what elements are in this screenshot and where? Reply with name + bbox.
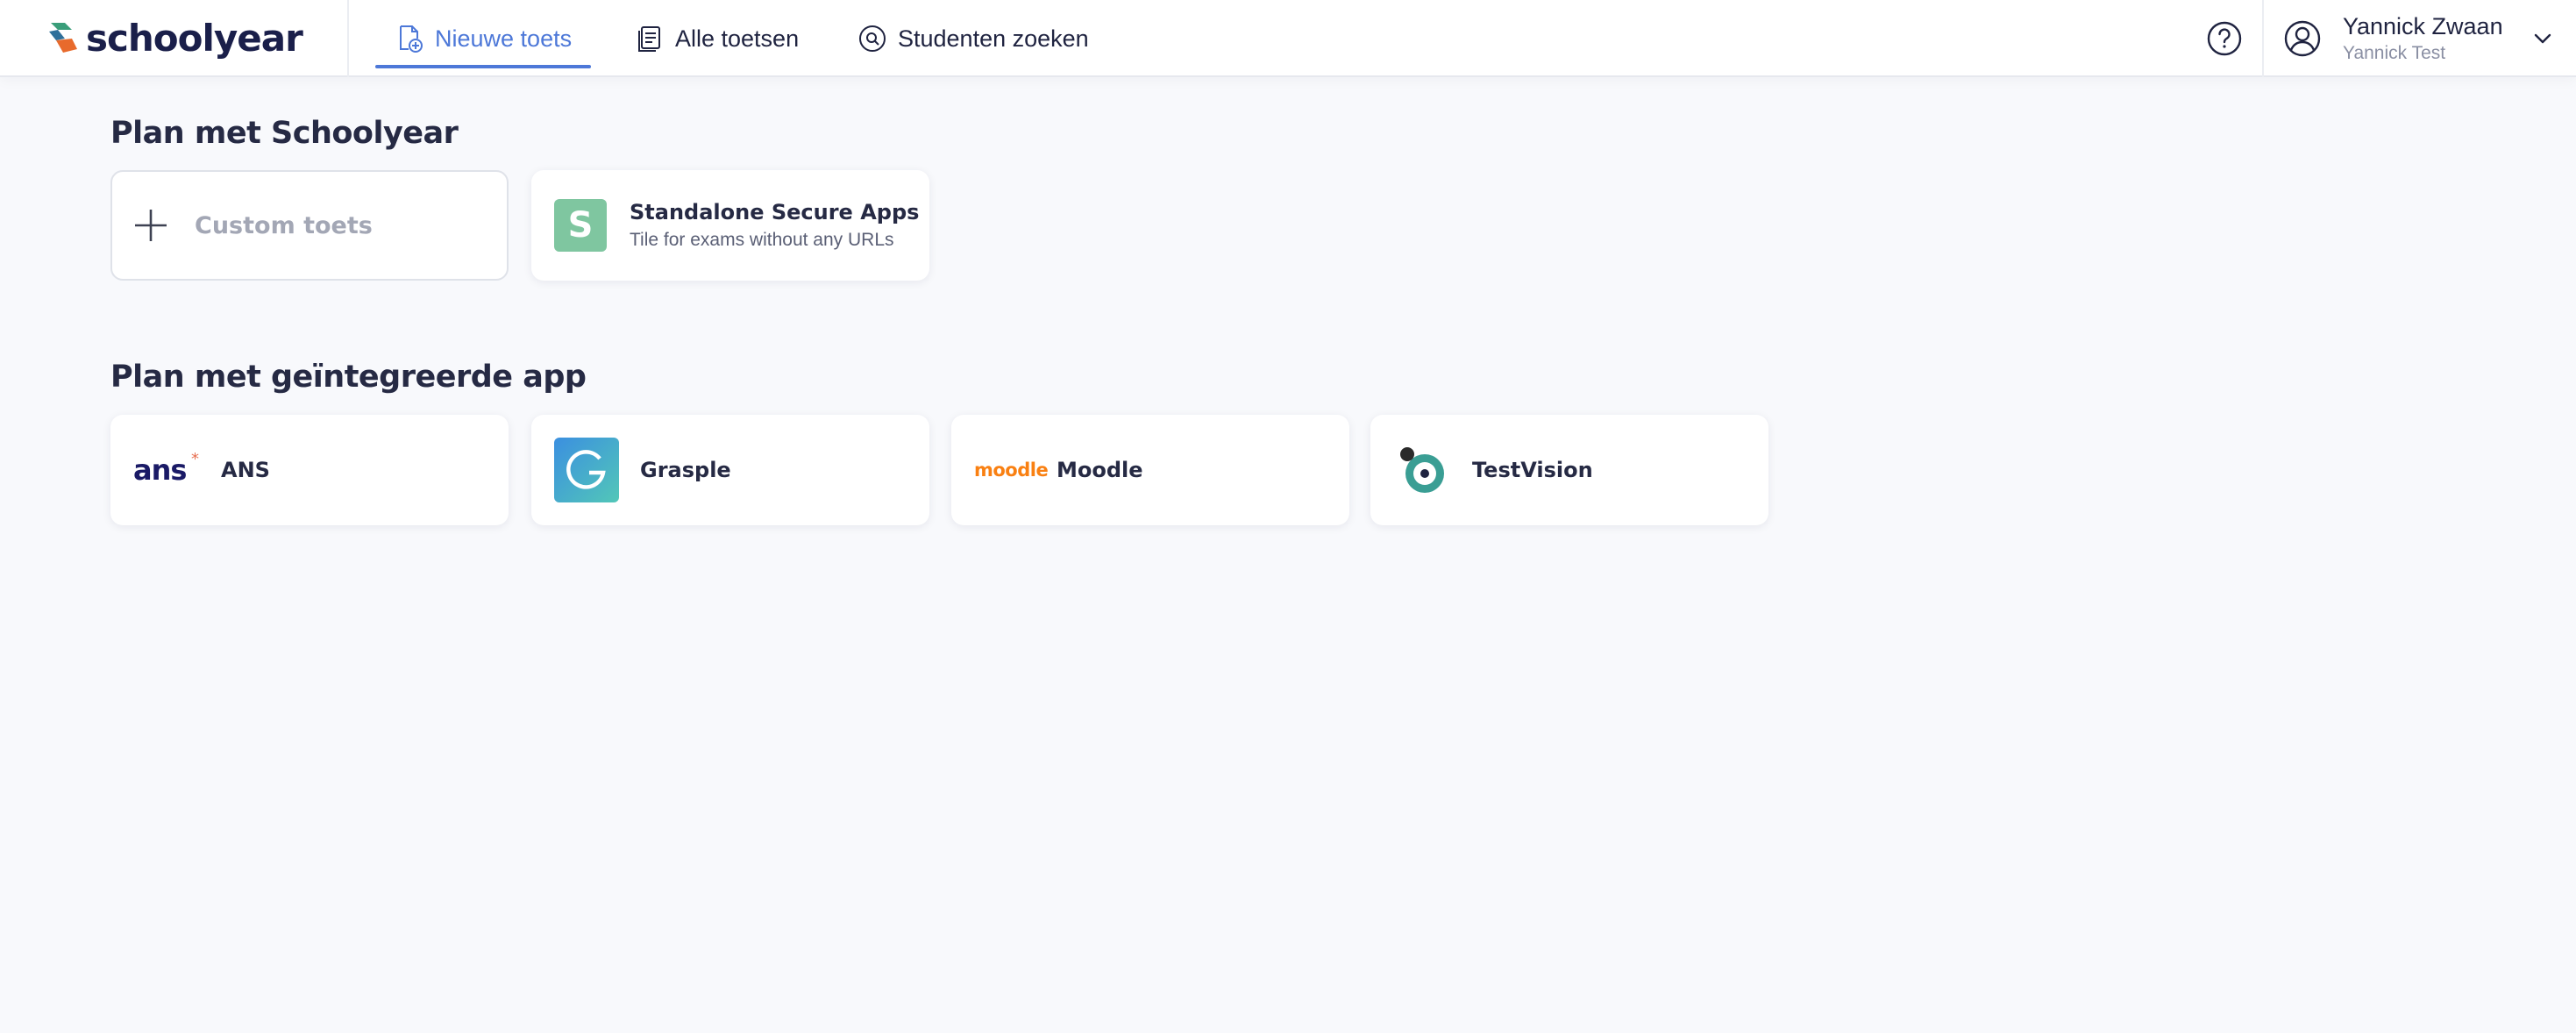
app-tile-grasple[interactable]: Grasple bbox=[531, 415, 929, 525]
tests-list-icon bbox=[638, 26, 660, 52]
ans-logo-icon: ans * bbox=[133, 450, 199, 487]
chevron-down-icon[interactable] bbox=[2530, 26, 2555, 51]
app-tile-testvision[interactable]: TestVision bbox=[1370, 415, 1768, 525]
standalone-secure-apps-tile[interactable]: S Standalone Secure Apps Tile for exams … bbox=[531, 170, 929, 281]
ans-logo-text: ans bbox=[133, 453, 187, 487]
section-title-schoolyear: Plan met Schoolyear bbox=[110, 116, 459, 151]
section-title-integrated: Plan met geïntegreerde app bbox=[110, 360, 587, 395]
custom-test-label: Custom toets bbox=[195, 211, 373, 239]
plus-icon bbox=[135, 210, 167, 241]
grasple-logo-icon bbox=[554, 438, 619, 502]
standalone-title: Standalone Secure Apps bbox=[630, 200, 920, 224]
user-menu[interactable]: Yannick Zwaan Yannick Test bbox=[2283, 0, 2564, 77]
standalone-text: Standalone Secure Apps Tile for exams wi… bbox=[630, 200, 919, 251]
brand-name: schoolyear bbox=[86, 17, 303, 60]
nav-all-tests-label: Alle toetsen bbox=[675, 25, 800, 52]
moodle-logo-text: moodle bbox=[974, 460, 1049, 481]
schoolyear-logo[interactable]: schoolyear bbox=[46, 14, 303, 63]
user-subtitle: Yannick Test bbox=[2343, 43, 2446, 63]
top-bar: schoolyear Nieuwe toets Alle toetsen Stu… bbox=[0, 0, 2576, 77]
testvision-logo-icon bbox=[1400, 447, 1444, 493]
standalone-badge-icon: S bbox=[554, 199, 607, 252]
help-icon[interactable] bbox=[2206, 20, 2243, 57]
app-tile-moodle[interactable]: moodle Moodle bbox=[951, 415, 1349, 525]
user-info: Yannick Zwaan Yannick Test bbox=[2343, 11, 2503, 66]
user-avatar-icon bbox=[2284, 20, 2321, 57]
nav-new-test[interactable]: Nieuwe toets bbox=[375, 0, 592, 77]
standalone-subtitle: Tile for exams without any URLs bbox=[630, 230, 894, 250]
user-divider bbox=[2262, 0, 2264, 77]
schoolyear-logo-icon bbox=[49, 23, 77, 53]
custom-test-tile[interactable]: Custom toets bbox=[110, 170, 509, 281]
user-name: Yannick Zwaan bbox=[2343, 13, 2503, 39]
header-divider bbox=[347, 0, 349, 77]
app-label-testvision: TestVision bbox=[1472, 458, 1593, 482]
app-tile-ans[interactable]: ans * ANS bbox=[110, 415, 509, 525]
nav-search-students-label: Studenten zoeken bbox=[898, 25, 1089, 52]
nav-all-tests[interactable]: Alle toetsen bbox=[635, 0, 799, 77]
nav-search-students[interactable]: Studenten zoeken bbox=[857, 0, 1089, 77]
search-students-icon bbox=[859, 25, 886, 52]
app-label-ans: ANS bbox=[221, 458, 270, 482]
app-label-moodle: Moodle bbox=[1057, 458, 1143, 482]
moodle-logo-icon: moodle bbox=[974, 460, 1049, 481]
nav-new-test-label: Nieuwe toets bbox=[435, 25, 573, 52]
app-label-grasple: Grasple bbox=[640, 458, 731, 482]
new-test-icon bbox=[400, 25, 423, 53]
